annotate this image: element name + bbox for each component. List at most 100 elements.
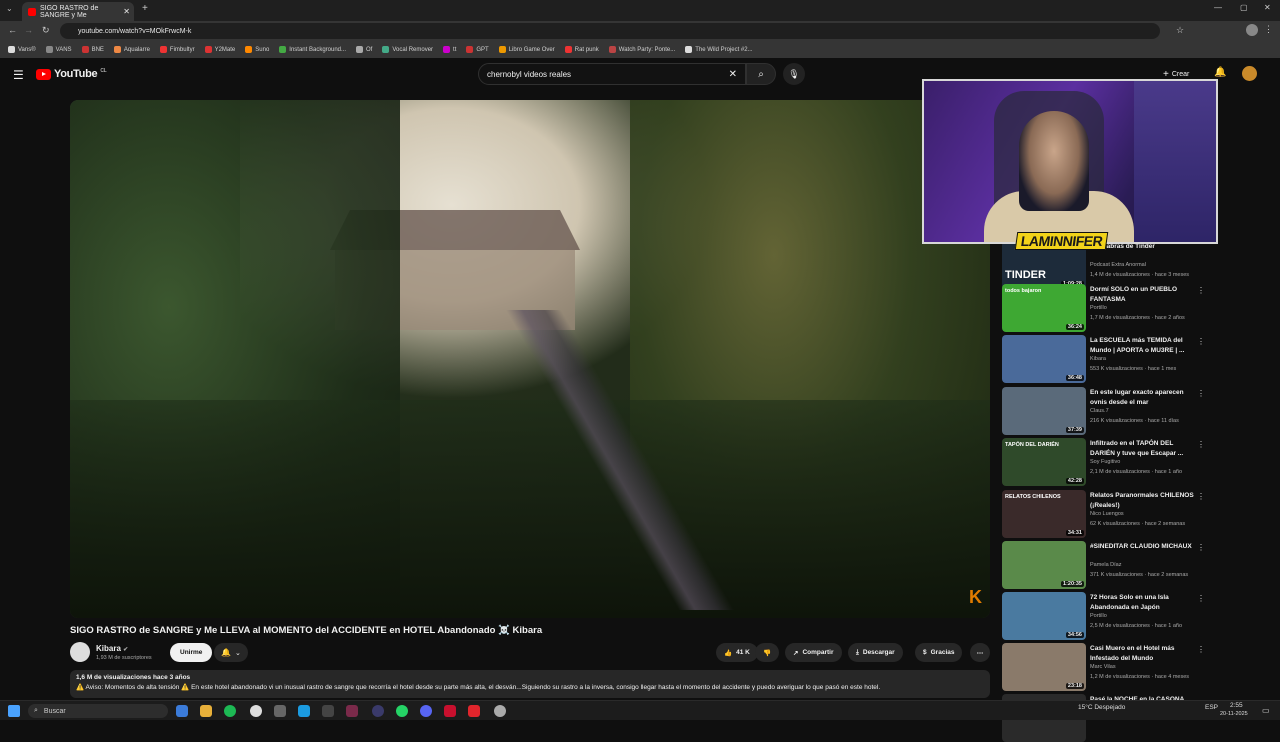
- spotify-icon[interactable]: [224, 705, 236, 717]
- search-button[interactable]: ⌕: [746, 63, 776, 85]
- recommended-channel[interactable]: Portillo: [1090, 613, 1107, 619]
- editor-icon[interactable]: [346, 705, 358, 717]
- recommended-video-title[interactable]: Infiltrado en el TAPÓN DEL DARIÉN y tuve…: [1090, 439, 1195, 458]
- recommended-channel[interactable]: Podcast Extra Anormal: [1090, 262, 1146, 268]
- app-icon[interactable]: [322, 705, 334, 717]
- recommended-video-title[interactable]: Relatos Paranormales CHILENOS (¡Reales!): [1090, 491, 1195, 510]
- bookmark-item[interactable]: Suno: [245, 46, 269, 53]
- close-window-icon[interactable]: ✕: [1264, 3, 1271, 12]
- clock-date[interactable]: 20-11-2025: [1220, 711, 1248, 717]
- description-box[interactable]: 1,6 M de visualizaciones hace 3 años ⚠️ …: [70, 670, 990, 698]
- back-icon[interactable]: ←: [8, 25, 17, 35]
- share-button[interactable]: ↗ Compartir: [785, 643, 842, 662]
- tab-search-icon[interactable]: ⌄: [6, 4, 13, 13]
- more-actions-button[interactable]: ⋯: [970, 643, 990, 662]
- recommended-video-title[interactable]: #SINEDITAR CLAUDIO MICHAUX: [1090, 542, 1195, 552]
- file-explorer-icon[interactable]: [200, 705, 212, 717]
- discord-icon[interactable]: [420, 705, 432, 717]
- news-icon[interactable]: [444, 705, 456, 717]
- recommended-video[interactable]: 1:20:35 #SINEDITAR CLAUDIO MICHAUX Pamela …: [1002, 541, 1205, 589]
- more-options-icon[interactable]: ⋮: [1197, 645, 1205, 654]
- more-options-icon[interactable]: ⋮: [1197, 389, 1205, 398]
- search-input[interactable]: chernobyl videos reales ✕: [478, 63, 746, 85]
- video-thumbnail[interactable]: 36:48: [1002, 335, 1086, 383]
- video-thumbnail[interactable]: 23:18: [1002, 643, 1086, 691]
- bookmark-item[interactable]: BNE: [81, 46, 104, 53]
- recommended-channel[interactable]: Portillo: [1090, 305, 1107, 311]
- recommended-video-title[interactable]: 72 Horas Solo en una Isla Abandonada en …: [1090, 593, 1195, 612]
- new-tab-icon[interactable]: +: [142, 3, 148, 14]
- bookmark-item[interactable]: Aqualarre: [113, 46, 150, 53]
- youtube-logo[interactable]: YouTube CL: [36, 68, 107, 80]
- recommended-video[interactable]: 37:39 En este lugar exacto aparecen ovnis…: [1002, 387, 1205, 435]
- clock-time[interactable]: 2:55: [1230, 702, 1243, 709]
- browser-tab-active[interactable]: SIGO RASTRO de SANGRE y Me ✕: [22, 2, 134, 21]
- recommended-video[interactable]: 36:48 La ESCUELA más TEMIDA del Mundo | A…: [1002, 335, 1205, 383]
- recommended-video-title[interactable]: En este lugar exacto aparecen ovnis desd…: [1090, 388, 1195, 407]
- recommended-channel[interactable]: Nico Luengos: [1090, 511, 1124, 517]
- weather-status[interactable]: 15°C Despejado: [1078, 704, 1125, 711]
- steam-icon[interactable]: [298, 705, 310, 717]
- video-thumbnail[interactable]: RELATOS CHILENOS 34:31: [1002, 490, 1086, 538]
- obs-icon[interactable]: [372, 705, 384, 717]
- clear-search-icon[interactable]: ✕: [729, 69, 737, 80]
- more-options-icon[interactable]: ⋮: [1197, 286, 1205, 295]
- video-thumbnail[interactable]: 34:56: [1002, 592, 1086, 640]
- recommended-video[interactable]: RELATOS CHILENOS 34:31 Relatos Paranormale…: [1002, 490, 1205, 538]
- video-thumbnail[interactable]: 1:20:35: [1002, 541, 1086, 589]
- adobe-icon[interactable]: [468, 705, 480, 717]
- more-options-icon[interactable]: ⋮: [1197, 543, 1205, 552]
- whatsapp-icon[interactable]: [396, 705, 408, 717]
- bookmark-item[interactable]: Fimbultyr: [159, 46, 195, 53]
- recommended-video[interactable]: 34:56 72 Horas Solo en una Isla Abandonad…: [1002, 592, 1205, 640]
- bookmark-item[interactable]: VANS: [45, 46, 72, 53]
- recommended-video-title[interactable]: Casi Muero en el Hotel más Infestado del…: [1090, 644, 1195, 663]
- notification-center-icon[interactable]: ▭: [1262, 706, 1270, 715]
- recommended-channel[interactable]: Claus.7: [1090, 408, 1109, 414]
- bookmark-star-icon[interactable]: ☆: [1176, 25, 1184, 36]
- notifications-bell-icon[interactable]: 🔔: [1214, 67, 1226, 78]
- bookmark-item[interactable]: Rat punk: [564, 46, 599, 53]
- bookmark-item[interactable]: Watch Party: Ponte...: [608, 46, 675, 53]
- bookmark-item[interactable]: Vans®: [8, 46, 36, 53]
- bookmark-item[interactable]: Instant Background...: [279, 46, 346, 53]
- recommended-channel[interactable]: Soy Fugitivo: [1090, 459, 1120, 465]
- taskbar-search[interactable]: ⌕ Buscar: [28, 704, 168, 718]
- recommended-video[interactable]: TAPÓN DEL DARIÉN 42:28 Infiltrado en el TA…: [1002, 438, 1205, 486]
- windows-start-icon[interactable]: [8, 705, 20, 717]
- close-tab-icon[interactable]: ✕: [123, 7, 130, 16]
- minimize-icon[interactable]: —: [1214, 3, 1222, 12]
- bookmark-item[interactable]: Y2Mate: [204, 46, 235, 53]
- url-field[interactable]: youtube.com/watch?v=MOkFrwcM-k: [60, 23, 1160, 39]
- bookmark-item[interactable]: The Wild Project #2...: [685, 46, 753, 53]
- bookmark-item[interactable]: Libro Game Over: [498, 46, 555, 53]
- thanks-button[interactable]: $ Gracias: [915, 643, 963, 662]
- like-button[interactable]: 👍 41 K: [716, 643, 758, 662]
- input-language[interactable]: ESP: [1205, 704, 1218, 711]
- video-thumbnail[interactable]: todos bajaron 36:24: [1002, 284, 1086, 332]
- recommended-channel[interactable]: Kibara: [1090, 356, 1106, 362]
- subscription-bell-button[interactable]: 🔔 ⌄: [214, 643, 248, 662]
- bookmark-item[interactable]: GPT: [466, 46, 489, 53]
- video-thumbnail[interactable]: TAPÓN DEL DARIÉN 42:28: [1002, 438, 1086, 486]
- voice-search-button[interactable]: 🎙: [783, 63, 805, 85]
- reload-icon[interactable]: ↻: [42, 25, 50, 36]
- video-player[interactable]: K: [70, 100, 990, 618]
- channel-name[interactable]: Kibara ✔: [96, 644, 128, 653]
- channel-avatar[interactable]: [70, 642, 90, 662]
- hamburger-menu-icon[interactable]: ☰: [13, 68, 24, 82]
- terminal-icon[interactable]: [274, 705, 286, 717]
- bookmark-item[interactable]: Of: [356, 46, 372, 53]
- more-options-icon[interactable]: ⋮: [1197, 594, 1205, 603]
- more-options-icon[interactable]: ⋮: [1197, 337, 1205, 346]
- recommended-channel[interactable]: Marc Vilas: [1090, 664, 1116, 670]
- settings-gear-icon[interactable]: [494, 705, 506, 717]
- recommended-video[interactable]: todos bajaron 36:24 Dormí SOLO en un PUEBL…: [1002, 284, 1205, 332]
- menu-dots-icon[interactable]: ⋮: [1264, 24, 1273, 35]
- account-avatar[interactable]: [1242, 66, 1257, 81]
- more-options-icon[interactable]: ⋮: [1197, 440, 1205, 449]
- recommended-channel[interactable]: Pamela Díaz: [1090, 562, 1122, 568]
- bookmark-item[interactable]: Vocal Remover: [382, 46, 433, 53]
- recommended-video-title[interactable]: Dormí SOLO en un PUEBLO FANTASMA: [1090, 285, 1195, 304]
- recommended-video-title[interactable]: La ESCUELA más TEMIDA del Mundo | APORTA…: [1090, 336, 1195, 355]
